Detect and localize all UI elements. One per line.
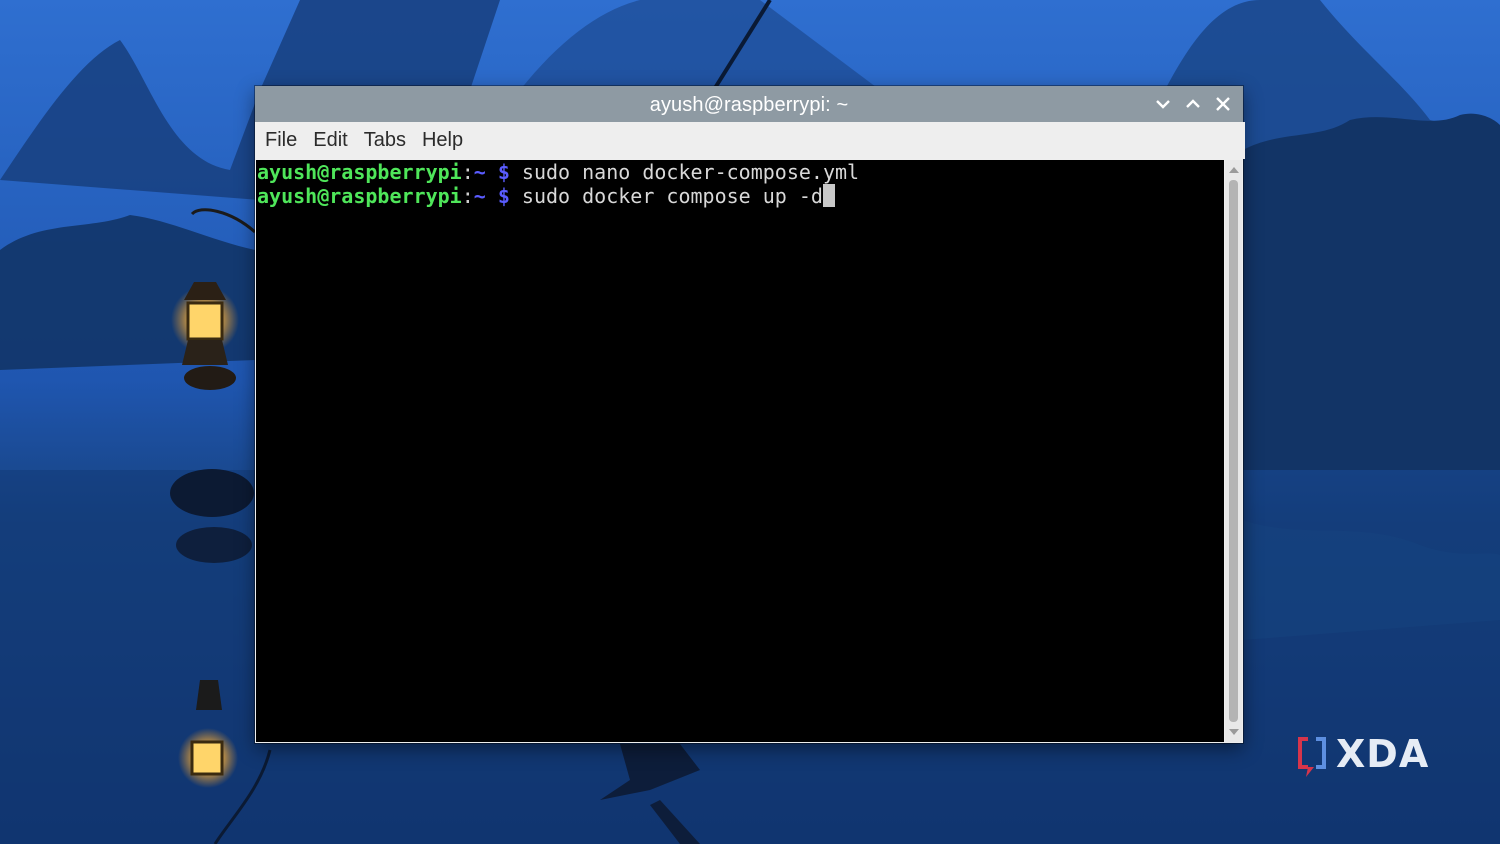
prompt-dollar: $: [485, 184, 522, 208]
command-text: sudo nano docker-compose.yml: [521, 160, 860, 184]
title-bar[interactable]: ayush@raspberrypi: ~: [255, 86, 1243, 122]
window-title: ayush@raspberrypi: ~: [649, 94, 849, 116]
xda-logo-text: XDA: [1336, 733, 1429, 776]
scroll-down-icon: [1228, 729, 1239, 735]
prompt-colon: :: [461, 160, 474, 184]
vertical-scrollbar[interactable]: [1225, 160, 1242, 742]
maximize-icon: [1186, 99, 1200, 108]
xda-logo: XDA: [1298, 733, 1429, 777]
scroll-down-button[interactable]: [1225, 724, 1242, 740]
terminal-window: ayush@raspberrypi: ~ File Edit Tabs Help…: [255, 86, 1245, 743]
maximize-button[interactable]: [1181, 93, 1205, 115]
menu-edit[interactable]: Edit: [305, 122, 355, 159]
prompt-colon: :: [461, 184, 474, 208]
terminal-output[interactable]: ayush@raspberrypi:~ $ sudo nano docker-c…: [256, 160, 1224, 742]
text-cursor: [822, 184, 835, 207]
scroll-up-icon: [1228, 167, 1239, 173]
command-input[interactable]: sudo docker compose up -d: [522, 184, 823, 208]
scroll-up-button[interactable]: [1225, 162, 1242, 178]
prompt-path: ~: [473, 184, 486, 208]
terminal-line: ayush@raspberrypi:~ $ sudo docker compos…: [256, 184, 1224, 208]
menu-tabs[interactable]: Tabs: [356, 122, 414, 159]
close-icon: [1216, 97, 1230, 111]
menu-help[interactable]: Help: [414, 122, 471, 159]
terminal-line: ayush@raspberrypi:~ $ sudo nano docker-c…: [256, 160, 1224, 184]
prompt-user-host: ayush@raspberrypi: [257, 160, 462, 184]
menu-file[interactable]: File: [257, 122, 305, 159]
minimize-button[interactable]: [1151, 93, 1175, 115]
prompt-user-host: ayush@raspberrypi: [257, 184, 462, 208]
minimize-icon: [1156, 100, 1170, 109]
scroll-thumb[interactable]: [1229, 180, 1238, 722]
close-button[interactable]: [1211, 93, 1235, 115]
prompt-dollar: $: [485, 160, 522, 184]
window-controls: [1151, 93, 1235, 115]
menu-bar: File Edit Tabs Help: [255, 122, 1245, 159]
prompt-path: ~: [473, 160, 486, 184]
